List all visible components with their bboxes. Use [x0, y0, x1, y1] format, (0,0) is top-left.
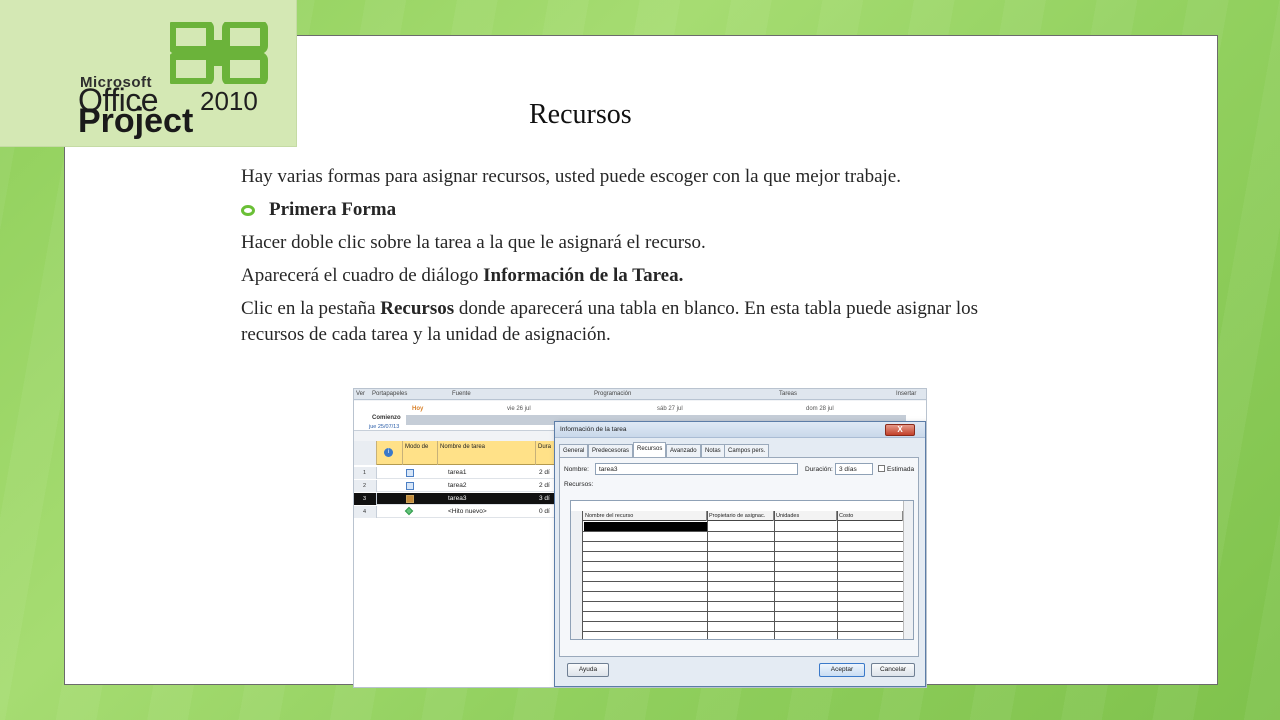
column-header[interactable]: Costo [837, 511, 903, 521]
task-grid: i Modo de Nombre de tarea Dura 1 tarea1 … [354, 441, 554, 687]
estimated-label: Estimada [887, 466, 915, 473]
task-duration: 2 dí [539, 482, 550, 489]
grid-line [583, 551, 903, 552]
step-3-text: Clic en la pestaña [241, 298, 381, 319]
timeline-date: dom 28 jul [806, 406, 834, 412]
duration-input[interactable]: 3 días [835, 463, 873, 475]
timeline-start-date: jue 25/07/13 [369, 424, 400, 430]
row-header-corner [354, 441, 377, 465]
project-logo-icon [170, 22, 268, 84]
selected-cell[interactable] [584, 522, 707, 531]
table-row[interactable]: 1 tarea1 2 dí [354, 467, 554, 479]
ok-button[interactable]: Aceptar [819, 663, 865, 677]
info-column-header[interactable]: i [377, 441, 403, 465]
task-info-dialog: Información de la tarea X General Predec… [554, 421, 926, 687]
ribbon-group: Fuente [452, 391, 471, 397]
column-header[interactable]: Nombre del recurso [583, 511, 707, 521]
duration-label: Duración: [805, 466, 833, 473]
task-duration: 0 dí [539, 508, 550, 515]
timeline-date: vie 26 jul [507, 406, 531, 412]
intro-paragraph: Hay varias formas para asignar recursos,… [241, 166, 901, 187]
bullet-icon [241, 204, 255, 216]
project-screenshot: Ver Portapapeles Fuente Programación Tar… [353, 388, 927, 688]
task-name: <Hito nuevo> [448, 508, 487, 515]
timeline-date: sáb 27 jul [657, 406, 683, 412]
logo-app: Project [78, 102, 194, 140]
row-number: 1 [354, 467, 377, 479]
task-mode-icon [406, 469, 414, 477]
task-mode-icon [406, 495, 414, 503]
step-3: Clic en la pestaña Recursos donde aparec… [241, 296, 1021, 348]
step-1: Hacer doble clic sobre la tarea a la que… [241, 232, 706, 253]
step-2-text: Aparecerá el cuadro de diálogo [241, 265, 484, 286]
resources-label: Recursos: [564, 481, 594, 488]
help-button[interactable]: Ayuda [567, 663, 609, 677]
tab-custom-fields[interactable]: Campos pers. [724, 444, 770, 457]
step-2-bold: Información de la Tarea. [483, 265, 684, 286]
grid-line [583, 531, 903, 532]
grid-line [583, 541, 903, 542]
tab-resources[interactable]: Recursos [633, 442, 667, 457]
tab-notes[interactable]: Notas [701, 444, 725, 457]
task-duration: 2 dí [539, 469, 550, 476]
ribbon-group: Portapapeles [372, 391, 408, 397]
bullet-item: Primera Forma [241, 197, 1021, 223]
tab-predecessors[interactable]: Predecesoras [588, 444, 634, 457]
dialog-title: Información de la tarea [555, 422, 925, 438]
estimated-checkbox[interactable] [878, 465, 885, 472]
ribbon-groups: Ver Portapapeles Fuente Programación Tar… [354, 389, 926, 400]
slide-title: Recursos [529, 99, 632, 130]
name-input[interactable]: tarea3 [595, 463, 798, 475]
ribbon-group: Programación [594, 391, 632, 397]
ribbon-group: Ver [356, 391, 366, 397]
column-header[interactable]: Unidades [774, 511, 837, 521]
resources-table-header: Nombre del recurso Propietario de asigna… [571, 511, 913, 521]
ribbon-group: Insertar [896, 391, 917, 397]
step-3-bold: Recursos [380, 298, 455, 319]
tab-advanced[interactable]: Avanzado [666, 444, 701, 457]
step-2: Aparecerá el cuadro de diálogo Informaci… [241, 263, 1021, 289]
cancel-button[interactable]: Cancelar [871, 663, 915, 677]
milestone-icon [404, 506, 414, 516]
task-name: tarea2 [448, 482, 467, 489]
grid-line [583, 631, 903, 632]
logo-year: 2010 [200, 86, 258, 116]
grid-line [583, 621, 903, 622]
row-number: 3 [354, 493, 377, 505]
table-row[interactable]: 2 tarea2 2 dí [354, 480, 554, 492]
resources-table[interactable]: Nombre del recurso Propietario de asigna… [570, 500, 914, 640]
task-name: tarea1 [448, 469, 467, 476]
column-header[interactable]: Propietario de asignac. [707, 511, 774, 521]
tab-general[interactable]: General [559, 444, 589, 457]
task-name: tarea3 [448, 495, 467, 502]
mode-column-header[interactable]: Modo de [403, 441, 438, 465]
name-label: Nombre: [564, 466, 589, 473]
grid-line [583, 611, 903, 612]
grid-line [583, 581, 903, 582]
ribbon-group: Tareas [779, 391, 798, 397]
resources-panel: Nombre: tarea3 Duración: 3 días Estimada… [559, 457, 919, 657]
close-button[interactable]: X [885, 424, 915, 436]
duration-column-header[interactable]: Dura [536, 441, 554, 465]
grid-line [583, 561, 903, 562]
grid-header: i Modo de Nombre de tarea Dura [354, 441, 554, 465]
scrollbar[interactable] [903, 501, 913, 639]
timeline-today: Hoy [412, 406, 424, 412]
row-header-column [571, 511, 583, 639]
office-project-logo: Microsoft Office 2010 Project [0, 0, 297, 147]
timeline-start-label: Comienzo [372, 415, 401, 421]
task-mode-icon [406, 482, 414, 490]
row-number: 4 [354, 506, 377, 518]
grid-line [583, 571, 903, 572]
slide-body: Hay varias formas para asignar recursos,… [241, 164, 1021, 355]
grid-line [583, 601, 903, 602]
task-duration: 3 dí [539, 495, 550, 502]
bullet-text: Primera Forma [269, 199, 397, 220]
info-icon: i [384, 448, 393, 457]
task-name-column-header[interactable]: Nombre de tarea [438, 441, 536, 465]
grid-line [583, 591, 903, 592]
table-row-selected[interactable]: 3 tarea3 3 dí [354, 493, 554, 505]
table-row[interactable]: 4 <Hito nuevo> 0 dí [354, 506, 554, 518]
row-number: 2 [354, 480, 377, 492]
